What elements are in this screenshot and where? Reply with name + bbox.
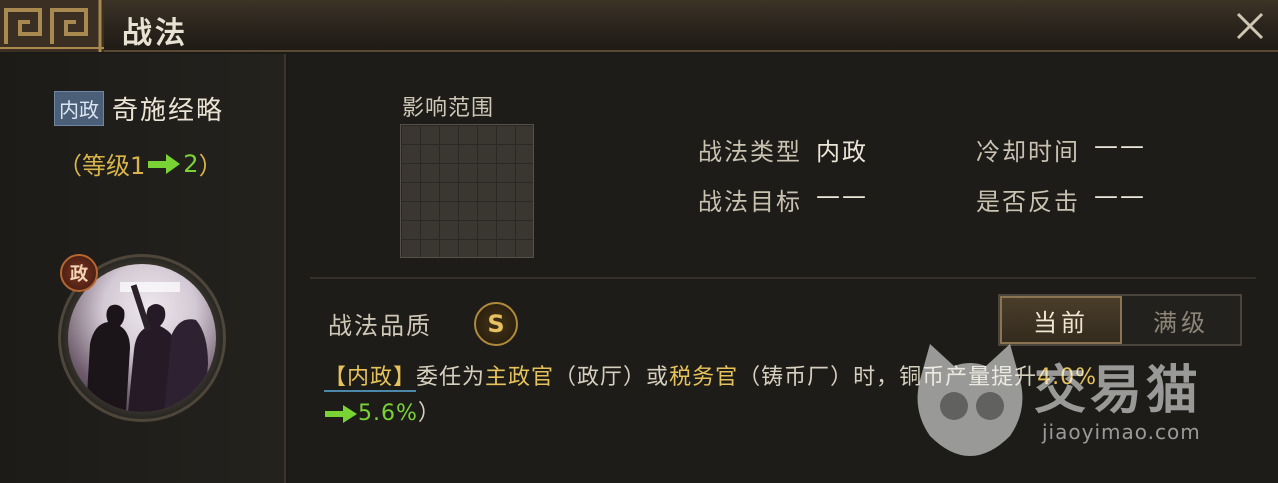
skill-description: 【内政】委任为主政官（政厅）或税务官（铸币厂）时，铜币产量提升4.0% 5.6%… — [324, 360, 1254, 432]
attr-type-value: 内政 — [816, 138, 868, 166]
desc-value-to: 5.6% — [358, 401, 418, 426]
attr-counter-value: —— — [1094, 182, 1146, 210]
attr-target-label: 战法目标 — [698, 188, 802, 216]
level-from: （等级1 — [58, 152, 146, 180]
skill-level: （等级1 2 ） — [58, 146, 223, 181]
desc-close: ） — [417, 401, 441, 426]
desc-text-1: 委任为 — [416, 365, 486, 390]
divider — [310, 277, 1256, 279]
skill-detail-panel: 影响范围 战法类型 内政 冷却时间 —— 战法目标 —— 是否反击 —— 战法品… — [288, 54, 1278, 483]
title-bar: 战法 — [0, 0, 1278, 52]
attr-cooldown-label: 冷却时间 — [976, 138, 1080, 166]
window-title: 战法 — [122, 16, 188, 51]
level-to: 2 — [183, 149, 199, 178]
skill-summary-panel: 内政 奇施经略 （等级1 2 ） 政 — [0, 54, 286, 483]
portrait-badge: 政 — [60, 254, 98, 292]
skill-name-row: 内政 奇施经略 — [54, 90, 224, 127]
level-toggle: 当前 满级 — [998, 294, 1242, 346]
desc-highlight-2: 税务官 — [669, 365, 739, 390]
title-ornament-icon — [0, 0, 104, 52]
level-close: ） — [198, 152, 223, 180]
attr-target: 战法目标 —— — [698, 182, 868, 217]
skill-name: 奇施经略 — [112, 96, 225, 126]
skill-type-tag: 内政 — [54, 91, 104, 126]
arrow-right-icon — [325, 405, 357, 423]
tab-current[interactable]: 当前 — [1000, 296, 1122, 344]
desc-text-3: （铸币厂）时，铜币产量提升 — [738, 365, 1038, 390]
attr-cooldown: 冷却时间 —— — [976, 132, 1146, 167]
desc-text-2: （政厅）或 — [554, 365, 670, 390]
range-grid — [400, 124, 534, 258]
desc-highlight-1: 主政官 — [485, 365, 555, 390]
desc-tag: 【内政】 — [324, 365, 417, 392]
close-icon[interactable] — [1232, 8, 1268, 44]
skill-portrait[interactable]: 政 — [58, 254, 226, 422]
attr-counter: 是否反击 —— — [976, 182, 1146, 217]
desc-value-from: 4.0% — [1037, 365, 1097, 390]
attr-type-label: 战法类型 — [698, 138, 802, 166]
range-label: 影响范围 — [402, 96, 495, 121]
arrow-right-icon — [148, 153, 181, 174]
tab-max-level[interactable]: 满级 — [1122, 296, 1240, 344]
quality-badge: S — [474, 302, 518, 346]
attr-cooldown-value: —— — [1094, 132, 1146, 160]
quality-label: 战法品质 — [328, 312, 432, 340]
attr-target-value: —— — [816, 182, 868, 210]
attr-type: 战法类型 内政 — [698, 132, 868, 167]
attr-counter-label: 是否反击 — [976, 188, 1080, 216]
